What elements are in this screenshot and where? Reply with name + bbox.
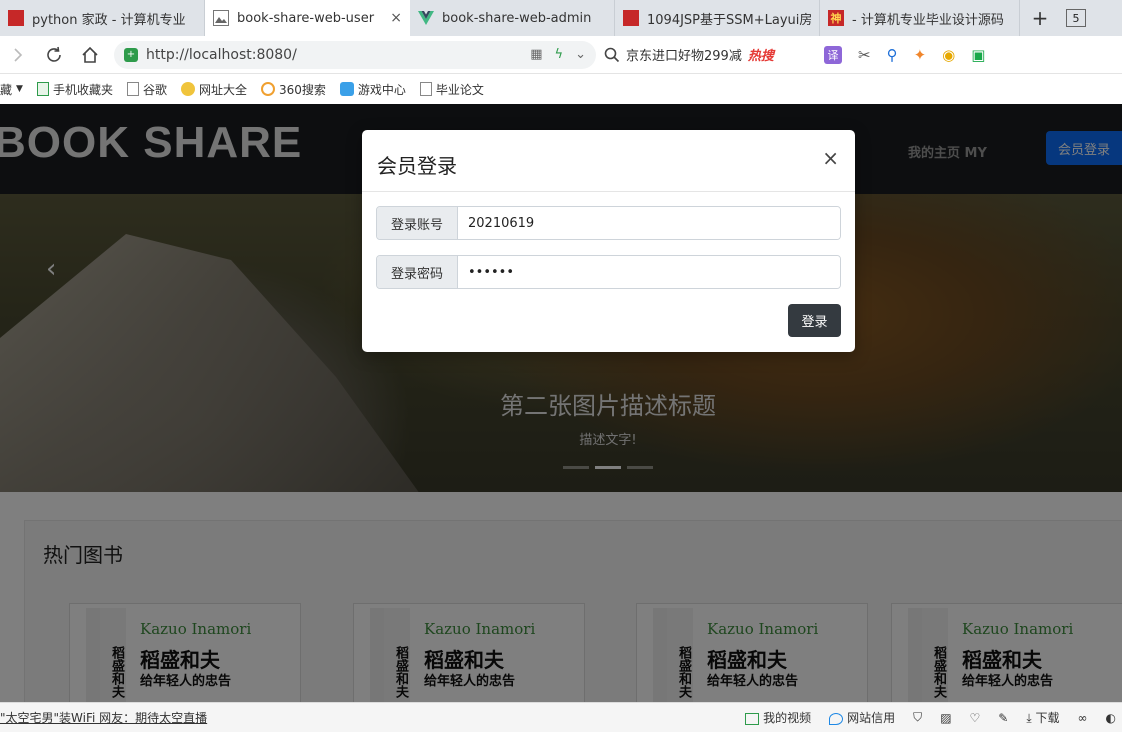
login-modal: 会员登录 × 登录账号 登录密码 登录 [362,130,855,352]
new-tab-button[interactable]: + [1020,0,1060,36]
modal-header: 会员登录 × [362,130,855,192]
password-input-group: 登录密码 [376,255,841,289]
play-icon [745,712,760,725]
scissors-icon[interactable]: ✂ [858,46,871,64]
tab-title: 1094JSP基于SSM+Layui房 [647,12,811,28]
phone-icon [36,82,49,96]
home-icon [82,46,98,63]
page-icon [126,82,139,96]
close-tab-icon[interactable]: × [390,10,402,26]
close-icon[interactable]: × [822,146,839,170]
red-square-icon [8,10,24,26]
bookmarks-bar: 藏 ▼ 手机收藏夹 谷歌 网址大全 360搜索 游戏中心 毕业论文 [0,74,1122,104]
reload-icon [47,46,61,62]
page-viewport: BOOK SHARE 我的主页 MY 会员登录 ‹ 第二张图片描述标题 描述文字… [0,104,1122,702]
password-input[interactable] [458,256,840,288]
bookmark-label: 360搜索 [278,82,326,97]
status-label: 下载 [1035,711,1060,725]
home-button[interactable] [72,36,108,74]
shen-logo-icon: 神 [828,10,844,26]
chevron-down-icon[interactable]: ⌄ [575,47,586,62]
password-label: 登录密码 [377,256,458,288]
drop-icon [829,712,844,725]
search-box[interactable]: 京东进口好物299减 热搜 [604,41,810,69]
ring-icon [260,82,275,96]
bookmark-item[interactable]: 手机收藏夹 [36,81,113,98]
hot-search-badge[interactable]: 热搜 [748,45,774,64]
bookmark-item[interactable]: 谷歌 [126,81,167,98]
browser-tab-4[interactable]: 神 - 计算机专业毕业设计源码 [820,0,1020,36]
image-icon [213,10,229,26]
browser-status-bar: "太空宅男"装WiFi 网友：期待太空直播 我的视频 网站信用 ⛉ ▨ ♡ ✎ … [0,702,1122,732]
heart-icon[interactable]: ♡ [970,711,981,725]
tab-title: book-share-web-user [237,10,375,26]
download-icon: ⤓ [1026,711,1032,725]
search-icon [604,47,620,62]
status-label: 网站信用 [847,711,896,725]
modal-title: 会员登录 [377,154,457,178]
chevron-right-icon [14,47,23,62]
caret-down-icon: ▼ [16,84,23,94]
shield-icon[interactable]: ⛉ [913,710,922,725]
settings-icon[interactable]: ◐ [1106,711,1116,725]
qr-code-icon[interactable]: ▦ [530,47,542,62]
search-text[interactable]: 京东进口好物299减 [626,45,742,64]
bookmark-label: 毕业论文 [435,82,484,97]
bookmark-label: 游戏中心 [357,82,406,97]
gamepad-icon[interactable]: ✦ [914,46,927,64]
status-label: 我的视频 [763,711,812,725]
bookmark-label: 手机收藏夹 [52,82,113,97]
reload-button[interactable] [36,36,72,74]
status-item-videos[interactable]: 我的视频 [745,709,811,726]
bookmark-item[interactable]: 网址大全 [180,81,247,98]
extension-icon[interactable]: ▣ [971,46,985,64]
browser-tab-2[interactable]: book-share-web-admin [410,0,615,36]
account-label: 登录账号 [377,207,458,239]
plus-circle-icon [180,82,195,96]
magnifier-icon[interactable]: ⚲ [887,46,898,64]
tab-title: python 家政 - 计算机专业 [32,12,186,28]
status-item-credit[interactable]: 网站信用 [829,709,895,726]
address-toolbar: + http://localhost:8080/ ▦ ϟ ⌄ 京东进口好物299… [0,36,1122,74]
forward-button[interactable] [0,36,36,74]
coin-icon[interactable]: ◉ [942,46,955,64]
account-input-group: 登录账号 [376,206,841,240]
bookmark-item[interactable]: 毕业论文 [419,81,484,98]
browser-tab-0[interactable]: python 家政 - 计算机专业 [0,0,205,36]
tab-title: book-share-web-admin [442,10,592,26]
lightning-icon[interactable]: ϟ [555,47,564,62]
bookmark-label: 藏 [0,82,13,97]
translate-icon[interactable]: 译 [824,45,842,64]
shield-icon: + [124,47,138,62]
tab-title: - 计算机专业毕业设计源码 [852,12,1004,28]
bookmark-label: 网址大全 [198,82,247,97]
game-icon [339,82,354,96]
status-item-download[interactable]: ⤓ 下载 [1026,709,1059,726]
bookmark-folder[interactable]: 藏 ▼ [0,81,23,98]
page-icon [419,82,432,96]
account-input[interactable] [458,207,840,239]
broom-icon[interactable]: ✎ [998,711,1008,725]
browser-tab-bar: python 家政 - 计算机专业 book-share-web-user × … [0,0,1122,36]
bookmark-label: 谷歌 [142,82,167,97]
browser-tab-3[interactable]: 1094JSP基于SSM+Layui房 [615,0,820,36]
url-bar[interactable]: + http://localhost:8080/ ▦ ϟ ⌄ [114,40,596,69]
image-icon[interactable]: ▨ [940,711,951,725]
red-square-icon [623,10,639,26]
bookmark-item[interactable]: 游戏中心 [339,81,406,98]
url-text[interactable]: http://localhost:8080/ [146,47,522,63]
tab-count-badge[interactable]: 5 [1066,9,1086,27]
news-ticker-link[interactable]: "太空宅男"装WiFi 网友：期待太空直播 [0,709,207,726]
bookmark-item[interactable]: 360搜索 [260,81,326,98]
link-icon[interactable]: ∞ [1078,711,1088,725]
browser-tab-1[interactable]: book-share-web-user × [205,0,410,36]
login-submit-button[interactable]: 登录 [788,304,841,337]
